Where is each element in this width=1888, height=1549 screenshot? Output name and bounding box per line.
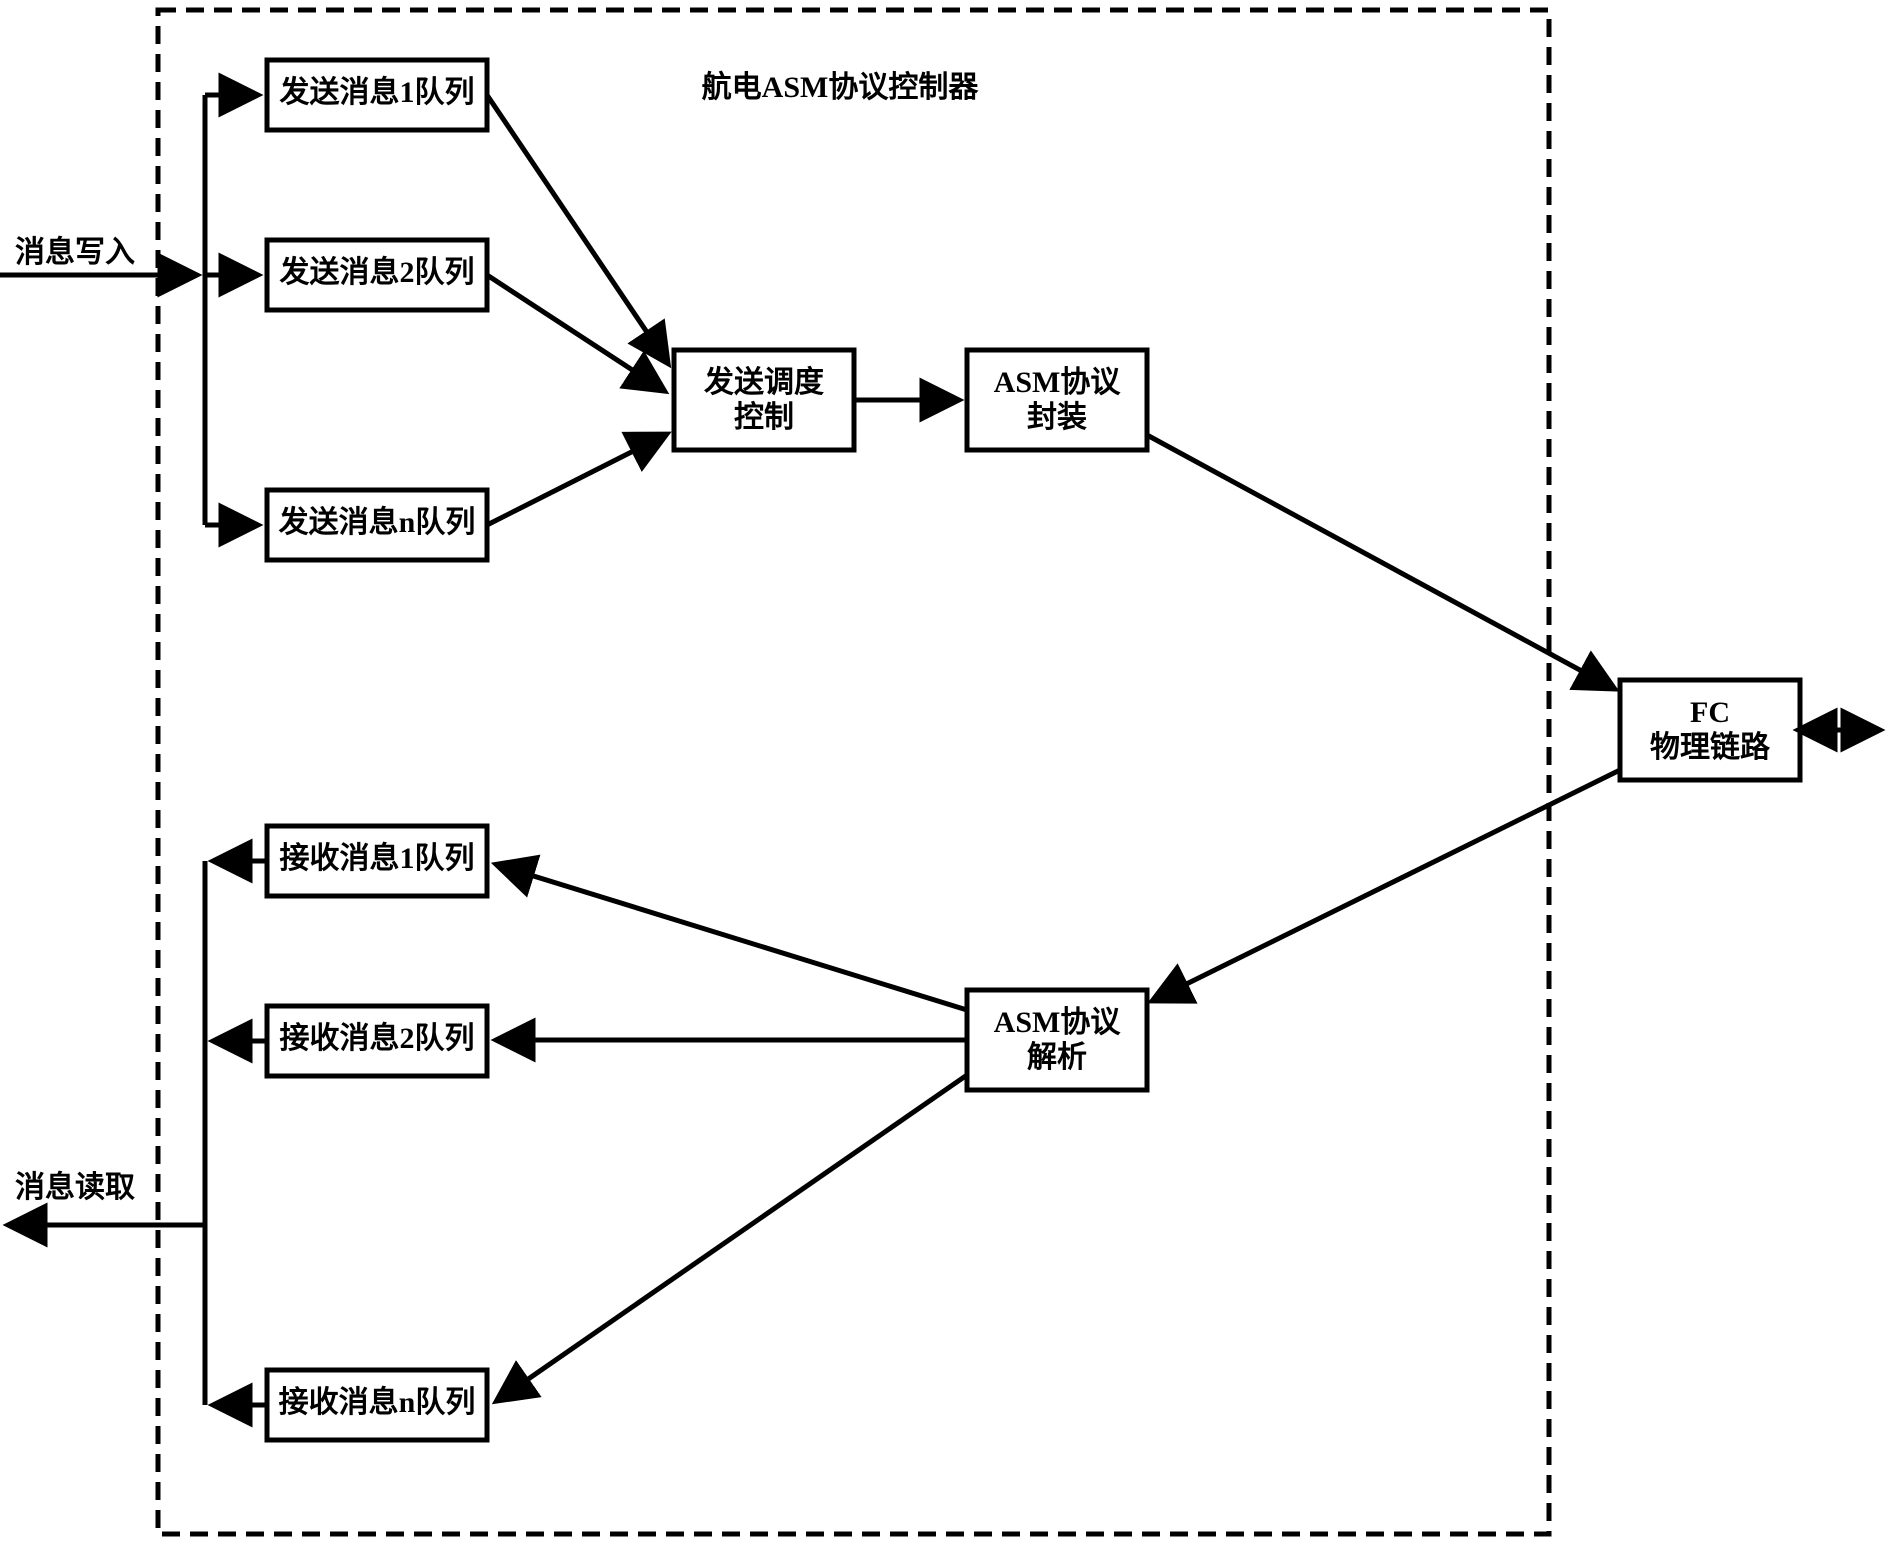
recv-queue-n-label: 接收消息n队列 [279,1385,476,1419]
recv-queue-2-box: 接收消息2队列 [267,1006,487,1076]
asm-parse-l2: 解析 [1027,1041,1087,1074]
send-queue-1-label: 发送消息1队列 [279,75,475,109]
send-queue-2-label: 发送消息2队列 [279,255,475,289]
asm-encap-l2: 封装 [1027,401,1087,434]
label-msg-write: 消息写入 [15,235,135,269]
fc-phy-l2: 物理链路 [1650,730,1771,764]
asm-parse-l1: ASM协议 [994,1006,1122,1039]
arrow-sendqn-sched [487,435,665,525]
recv-queue-2-label: 接收消息2队列 [280,1021,475,1055]
container-title: 航电ASM协议控制器 [702,70,980,104]
send-queue-n-label: 发送消息n队列 [278,505,476,539]
fc-phy-l1: FC [1690,696,1730,729]
arrow-sendq2-sched [487,275,663,390]
send-scheduler-l2: 控制 [734,401,794,434]
label-msg-read: 消息读取 [15,1170,135,1204]
asm-encap-box: ASM协议 封装 [967,350,1147,450]
arrow-encap-fc [1147,435,1613,688]
arrow-parse-recvqn [498,1075,967,1400]
send-scheduler-box: 发送调度 控制 [674,350,854,450]
fc-phy-box: FC 物理链路 [1620,680,1800,780]
recv-queue-n-box: 接收消息n队列 [267,1370,487,1440]
recv-queue-1-box: 接收消息1队列 [267,826,487,896]
recv-queue-1-label: 接收消息1队列 [280,841,475,875]
send-queue-n-box: 发送消息n队列 [267,490,487,560]
asm-encap-l1: ASM协议 [994,366,1122,399]
arrow-fc-parse [1154,770,1620,1000]
arrow-sendq1-sched [487,95,667,362]
send-queue-2-box: 发送消息2队列 [267,240,487,310]
send-queue-1-box: 发送消息1队列 [267,60,487,130]
arrow-parse-recvq1 [498,865,967,1010]
asm-parse-box: ASM协议 解析 [967,990,1147,1090]
send-scheduler-l1: 发送调度 [703,366,824,399]
